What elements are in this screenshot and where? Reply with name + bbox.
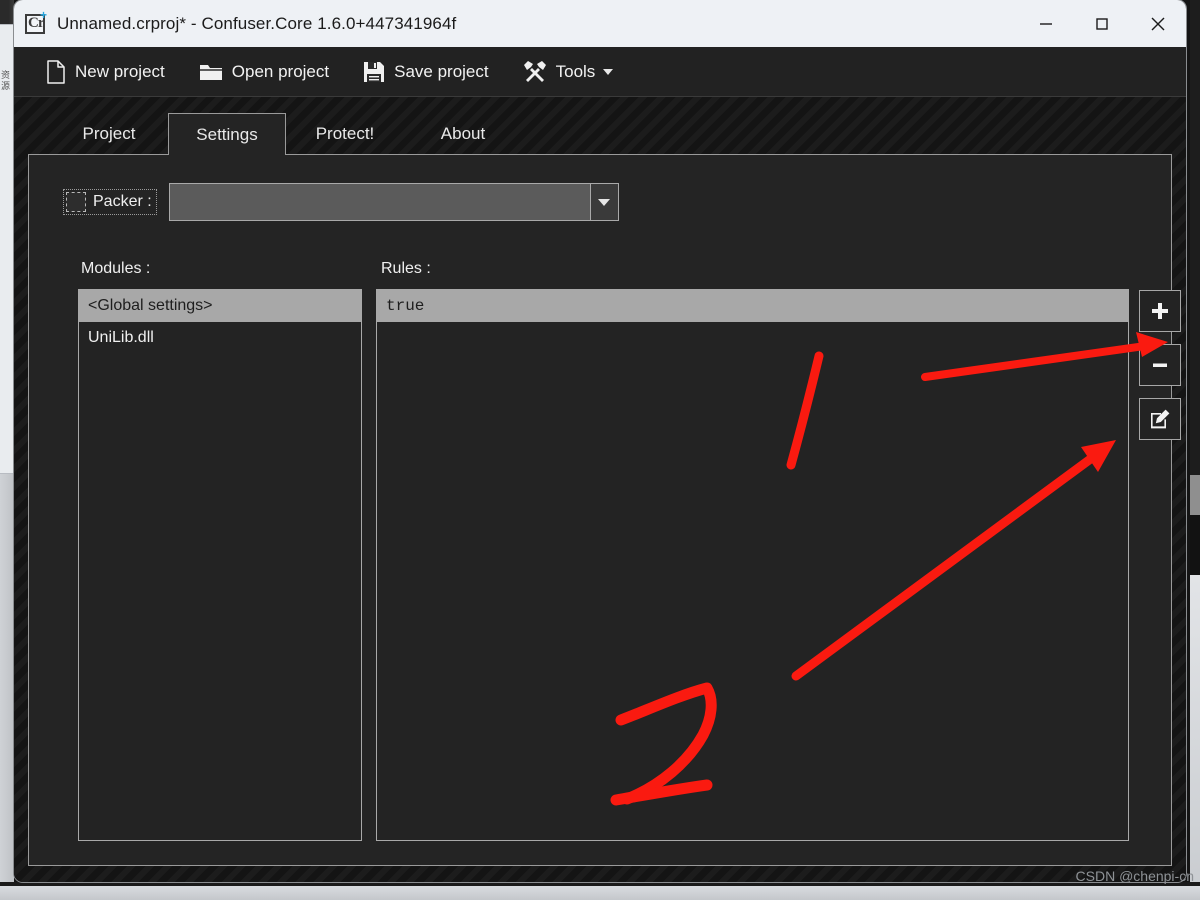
- settings-tab-panel: Packer : Modules : Rules : <Global setti…: [28, 154, 1181, 866]
- rules-action-buttons: [1139, 290, 1181, 452]
- packer-combobox-dropdown-button[interactable]: [589, 184, 618, 220]
- packer-combobox-value: [170, 184, 590, 220]
- tab-project[interactable]: Project: [50, 113, 168, 155]
- background-right-light-block: [1190, 575, 1200, 900]
- app-icon-plus-badge: +: [40, 7, 48, 22]
- save-project-label: Save project: [394, 61, 489, 81]
- modules-label: Modules :: [81, 260, 151, 277]
- plus-icon: [1152, 303, 1168, 319]
- open-project-button[interactable]: Open project: [189, 54, 339, 90]
- maximize-icon: [1096, 17, 1108, 30]
- confuser-ex-window: Cr + Unnamed.crproj* - Confuser.Core 1.6…: [14, 0, 1186, 882]
- tab-about[interactable]: About: [404, 113, 522, 155]
- chevron-down-icon: [603, 68, 614, 75]
- close-button[interactable]: [1130, 0, 1186, 47]
- background-left-lower-strip: [0, 474, 14, 900]
- open-project-label: Open project: [231, 61, 330, 81]
- module-item-label: <Global settings>: [88, 297, 213, 314]
- rules-label: Rules :: [381, 260, 431, 277]
- maximize-button[interactable]: [1074, 0, 1130, 47]
- rules-listbox[interactable]: true: [376, 289, 1129, 841]
- module-item-label: UniLib.dll: [88, 329, 154, 346]
- new-project-label: New project: [75, 61, 165, 81]
- edit-rule-button[interactable]: [1139, 398, 1181, 440]
- title-bar: Cr + Unnamed.crproj* - Confuser.Core 1.6…: [14, 0, 1186, 47]
- checkbox-icon: [66, 192, 86, 212]
- background-left-panel-label: 资源: [1, 70, 11, 91]
- minimize-button[interactable]: [1018, 0, 1074, 47]
- remove-rule-button[interactable]: [1139, 344, 1181, 386]
- tools-menu-button[interactable]: Tools: [513, 54, 624, 90]
- list-item[interactable]: true: [377, 290, 1128, 322]
- list-item[interactable]: <Global settings>: [79, 290, 361, 322]
- csdn-watermark: CSDN @chenpi-cn: [1075, 868, 1194, 884]
- modules-listbox[interactable]: <Global settings> UniLib.dll: [78, 289, 362, 841]
- tab-project-label: Project: [82, 124, 136, 143]
- new-project-button[interactable]: New project: [36, 54, 175, 90]
- close-icon: [1151, 17, 1165, 30]
- new-document-icon: [46, 59, 66, 84]
- save-project-button[interactable]: Save project: [353, 54, 499, 90]
- tools-hammer-wrench-icon: [523, 60, 547, 84]
- packer-label: Packer :: [93, 193, 152, 210]
- tools-label: Tools: [555, 61, 596, 81]
- open-folder-icon: [199, 61, 223, 83]
- packer-combobox[interactable]: [168, 183, 619, 221]
- background-right-dark-block: [1190, 515, 1200, 575]
- tab-settings-label: Settings: [196, 124, 258, 144]
- floppy-disk-icon: [363, 61, 385, 83]
- rule-item-label: true: [386, 297, 425, 315]
- window-title: Unnamed.crproj* - Confuser.Core 1.6.0+44…: [57, 13, 457, 33]
- main-toolbar: New project Open project Save project To…: [14, 47, 1186, 97]
- confuser-app-icon: Cr +: [24, 7, 48, 36]
- list-item[interactable]: UniLib.dll: [79, 322, 361, 354]
- packer-checkbox[interactable]: Packer :: [63, 189, 157, 215]
- window-body: Project Settings Protect! About Packer :: [14, 97, 1186, 882]
- window-controls: [1018, 0, 1186, 47]
- tab-protect-label: Protect!: [315, 124, 375, 143]
- tab-strip: Project Settings Protect! About: [28, 111, 1172, 155]
- background-right-scrollbar-thumb: [1190, 475, 1200, 515]
- add-rule-button[interactable]: [1139, 290, 1181, 332]
- packer-row: Packer :: [63, 183, 1171, 221]
- tab-settings[interactable]: Settings: [168, 113, 286, 155]
- minimize-icon: [1040, 22, 1052, 25]
- tab-about-label: About: [440, 124, 486, 143]
- background-taskbar: [0, 886, 1200, 900]
- chevron-down-icon: [598, 198, 611, 206]
- edit-pencil-icon: [1151, 409, 1170, 429]
- minus-icon: [1153, 363, 1167, 367]
- tab-protect[interactable]: Protect!: [286, 113, 404, 155]
